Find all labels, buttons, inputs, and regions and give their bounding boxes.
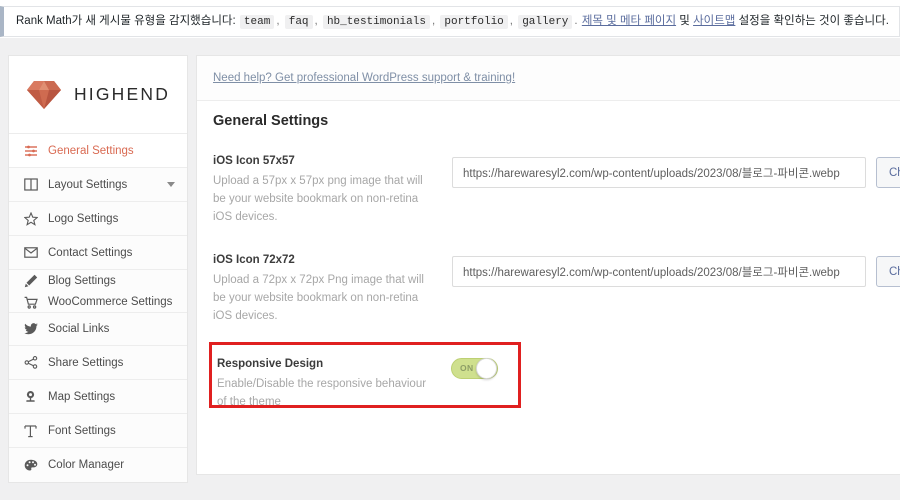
sidebar-item-share-settings[interactable]: Share Settings <box>9 346 187 380</box>
notice-tail: 설정을 확인하는 것이 좋습니다. <box>738 14 889 27</box>
sidebar-item-label: Logo Settings <box>48 212 119 225</box>
titles-meta-link[interactable]: 제목 및 메타 페이지 <box>582 15 676 27</box>
sidebar-item-font-settings[interactable]: Font Settings <box>9 414 187 448</box>
field-title: iOS Icon 57x57 <box>213 155 295 167</box>
post-type-chip-portfolio: portfolio <box>440 14 508 29</box>
page-title: General Settings <box>213 113 329 129</box>
envelope-icon <box>23 245 38 260</box>
notice-text: Rank Math가 새 게시물 유형을 감지했습니다: team, faq, … <box>16 14 889 29</box>
sidebar-item-map-settings[interactable]: Map Settings <box>9 380 187 414</box>
field-label-group: iOS Icon 72x72 Upload a 72px x 72px Png … <box>213 254 438 325</box>
ios-icon-72-input[interactable] <box>452 256 866 288</box>
page-root: Rank Math가 새 게시물 유형을 감지했습니다: team, faq, … <box>0 0 900 500</box>
pencil-icon <box>23 274 38 289</box>
sidebar-item-woocommerce-settings[interactable]: WooCommerce Settings <box>9 292 187 312</box>
field-description: Upload a 57px x 57px png image that will… <box>213 175 423 223</box>
sidebar-item-logo-settings[interactable]: Logo Settings <box>9 202 187 236</box>
sidebar-item-label: WooCommerce Settings <box>48 296 173 308</box>
share-icon <box>23 355 38 370</box>
field-row-ios-icon-72: iOS Icon 72x72 Upload a 72px x 72px Png … <box>197 240 900 339</box>
field-control-group: Choose <box>452 155 900 188</box>
columns-icon <box>23 177 38 192</box>
post-type-chip-team: team <box>239 14 275 29</box>
page-body: HIGHEND General Settings Layout Settings… <box>0 49 900 500</box>
theme-options-sidebar: HIGHEND General Settings Layout Settings… <box>8 55 188 483</box>
field-title: iOS Icon 72x72 <box>213 254 295 267</box>
field-row-ios-icon-57: iOS Icon 57x57 Upload a 57px x 57px png … <box>197 141 900 240</box>
cart-icon <box>23 295 38 310</box>
rank-math-notice: Rank Math가 새 게시물 유형을 감지했습니다: team, faq, … <box>0 6 900 37</box>
twitter-bird-icon <box>23 322 38 337</box>
brand-logo: HIGHEND <box>9 56 187 134</box>
notice-spacer <box>0 38 900 49</box>
field-control-group: Choose <box>452 254 900 288</box>
post-type-chip-gallery: gallery <box>518 14 573 29</box>
post-type-chip-faq: faq <box>284 14 313 29</box>
sitemap-link[interactable]: 사이트맵 <box>693 15 735 27</box>
sidebar-item-label: Social Links <box>48 323 110 335</box>
sidebar-item-label: Font Settings <box>48 424 116 437</box>
notice-period: . <box>574 14 578 27</box>
sidebar-item-contact-settings[interactable]: Contact Settings <box>9 236 187 270</box>
field-label-group: iOS Icon 57x57 Upload a 57px x 57px png … <box>213 155 438 226</box>
sidebar-item-blog-settings[interactable]: Blog Settings <box>9 270 187 292</box>
sidebar-item-label: Contact Settings <box>48 246 133 259</box>
brand-name: HIGHEND <box>73 84 171 104</box>
toggle-knob[interactable] <box>476 357 497 379</box>
field-title: Responsive Design <box>217 357 324 370</box>
responsive-design-toggle[interactable]: ON <box>451 357 498 379</box>
sidebar-item-social-links[interactable]: Social Links <box>9 312 187 346</box>
sidebar-item-label: Share Settings <box>48 356 124 369</box>
sidebar-item-color-manager[interactable]: Color Manager <box>9 448 187 482</box>
sliders-icon <box>23 143 38 158</box>
sidebar-item-label: Layout Settings <box>48 178 128 191</box>
text-format-icon <box>23 423 38 438</box>
sidebar-item-general-settings[interactable]: General Settings <box>9 134 187 168</box>
sidebar-item-layout-settings[interactable]: Layout Settings <box>9 168 187 202</box>
sidebar-item-label: General Settings <box>48 144 134 157</box>
toggle-wrapper: ON <box>451 357 498 379</box>
toggle-state-label: ON <box>460 363 474 374</box>
ios-icon-72-choose-button[interactable]: Choose <box>876 256 900 288</box>
section-header: General Settings <box>197 101 900 141</box>
field-label-group: Responsive Design Enable/Disable the res… <box>217 358 437 412</box>
star-icon <box>23 211 38 226</box>
field-row-responsive-design: Responsive Design Enable/Disable the res… <box>197 340 900 430</box>
sidebar-item-label: Map Settings <box>48 390 116 403</box>
help-banner: Need help? Get professional WordPress su… <box>197 56 900 101</box>
support-training-link[interactable]: Need help? Get professional WordPress su… <box>213 72 515 84</box>
sidebar-item-label: Blog Settings <box>48 275 116 287</box>
chevron-down-icon[interactable] <box>167 182 175 187</box>
post-type-chip-hb-testimonials: hb_testimonials <box>322 14 430 29</box>
notice-lead: Rank Math가 새 게시물 유형을 감지했습니다: <box>16 14 236 27</box>
map-pin-icon <box>23 389 38 404</box>
ios-icon-57-choose-button[interactable]: Choose <box>876 157 900 188</box>
diamond-gem-icon <box>26 78 62 111</box>
sidebar-item-label: Color Manager <box>48 459 125 471</box>
ios-icon-57-input[interactable] <box>452 157 866 188</box>
palette-icon <box>23 458 38 473</box>
field-description: Enable/Disable the responsive behaviour … <box>217 377 427 408</box>
settings-content-panel: Need help? Get professional WordPress su… <box>196 55 900 475</box>
field-description: Upload a 72px x 72px Png image that will… <box>213 274 424 323</box>
notice-conjunction: 및 <box>679 14 690 27</box>
